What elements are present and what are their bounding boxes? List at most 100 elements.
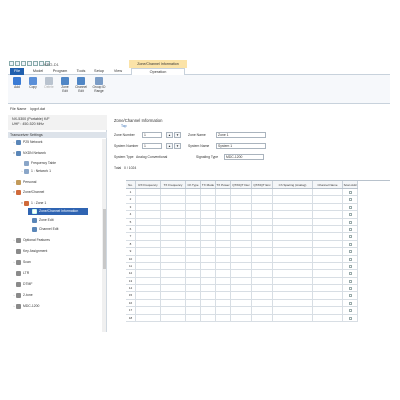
tree-item[interactable]: Key Assignment xyxy=(12,248,47,255)
tree-scrollbar[interactable] xyxy=(102,139,106,332)
tab-model[interactable]: Model xyxy=(30,68,46,75)
tree-item[interactable]: › 2-tone xyxy=(12,292,33,299)
table-cell[interactable] xyxy=(201,189,216,196)
table-row[interactable]: 6 xyxy=(126,225,358,234)
table-cell[interactable] xyxy=(136,211,161,218)
table-cell[interactable] xyxy=(161,248,186,255)
tree-item[interactable]: ▾ Zone/Channel xyxy=(12,189,44,196)
table-cell[interactable] xyxy=(186,225,201,233)
table-row[interactable]: 16 xyxy=(126,299,358,308)
table-cell[interactable] xyxy=(136,299,161,307)
table-cell[interactable] xyxy=(161,255,186,262)
table-cell[interactable] xyxy=(231,262,252,270)
table-cell[interactable] xyxy=(161,225,186,233)
table-cell[interactable] xyxy=(231,248,252,255)
table-cell[interactable] xyxy=(273,314,313,322)
table-cell[interactable] xyxy=(313,314,343,322)
table-cell[interactable] xyxy=(252,248,273,255)
tree-item[interactable]: Zone/Channel Information xyxy=(28,208,88,215)
table-cell[interactable] xyxy=(313,307,343,314)
table-cell[interactable] xyxy=(231,225,252,233)
table-cell[interactable] xyxy=(201,248,216,255)
column-header[interactable]: Ch Spacing (Analog) xyxy=(273,181,313,188)
table-cell[interactable] xyxy=(273,248,313,255)
ribbon-button-0[interactable]: Add xyxy=(10,77,24,90)
ribbon-button-4[interactable]: Channel Edit xyxy=(74,77,88,93)
table-cell[interactable] xyxy=(136,196,161,203)
table-cell[interactable] xyxy=(201,299,216,307)
table-cell[interactable] xyxy=(252,270,273,277)
table-cell[interactable] xyxy=(136,233,161,240)
scan-add-checkbox[interactable] xyxy=(348,235,352,239)
column-header[interactable]: QT/DQT Enc xyxy=(252,181,273,188)
table-cell[interactable] xyxy=(161,233,186,240)
table-cell[interactable] xyxy=(252,225,273,233)
table-cell[interactable] xyxy=(161,196,186,203)
tree-item[interactable]: › Personal xyxy=(12,179,36,186)
scan-add-checkbox[interactable] xyxy=(348,198,352,202)
scan-add-checkbox[interactable] xyxy=(348,220,352,224)
table-cell[interactable] xyxy=(201,292,216,299)
table-cell[interactable] xyxy=(201,218,216,225)
tab-program[interactable]: Program xyxy=(50,68,70,75)
tree-item[interactable]: ▾ NXDN Network xyxy=(12,150,46,157)
table-cell[interactable] xyxy=(216,225,231,233)
column-header[interactable]: Ch Type xyxy=(186,181,201,188)
tree-item[interactable]: › Optional Features xyxy=(12,237,50,244)
column-header[interactable]: TX Frequency xyxy=(161,181,186,188)
table-cell[interactable] xyxy=(216,270,231,277)
table-cell[interactable] xyxy=(201,277,216,285)
table-cell[interactable] xyxy=(216,196,231,203)
ribbon-button-2[interactable]: Delete xyxy=(42,77,56,90)
scan-add-checkbox[interactable] xyxy=(348,309,352,313)
scrollbar-thumb[interactable] xyxy=(102,209,106,269)
table-cell[interactable] xyxy=(313,292,343,299)
table-cell[interactable] xyxy=(201,233,216,240)
table-cell[interactable] xyxy=(186,218,201,225)
table-cell[interactable] xyxy=(201,262,216,270)
table-cell[interactable] xyxy=(273,196,313,203)
table-cell[interactable] xyxy=(186,270,201,277)
tree-item[interactable]: Channel Edit xyxy=(28,226,58,233)
table-cell[interactable] xyxy=(201,240,216,248)
table-cell[interactable] xyxy=(252,211,273,218)
scan-add-checkbox[interactable] xyxy=(348,316,352,320)
table-cell[interactable] xyxy=(252,307,273,314)
scan-add-checkbox[interactable] xyxy=(348,272,352,276)
table-cell[interactable] xyxy=(186,240,201,248)
table-cell[interactable] xyxy=(136,307,161,314)
table-cell[interactable] xyxy=(161,314,186,322)
table-cell[interactable] xyxy=(216,203,231,211)
table-cell[interactable] xyxy=(161,240,186,248)
table-cell[interactable] xyxy=(136,292,161,299)
table-cell[interactable] xyxy=(252,277,273,285)
table-cell[interactable] xyxy=(273,240,313,248)
table-cell[interactable] xyxy=(252,262,273,270)
table-cell[interactable] xyxy=(186,292,201,299)
table-cell[interactable] xyxy=(252,314,273,322)
table-cell[interactable] xyxy=(161,211,186,218)
zone-down-button[interactable]: ▼ xyxy=(174,132,181,138)
table-cell[interactable] xyxy=(216,218,231,225)
table-cell[interactable] xyxy=(252,233,273,240)
table-cell[interactable] xyxy=(186,277,201,285)
table-cell[interactable] xyxy=(186,203,201,211)
table-cell[interactable] xyxy=(186,299,201,307)
table-cell[interactable] xyxy=(161,203,186,211)
table-cell[interactable] xyxy=(252,240,273,248)
table-cell[interactable] xyxy=(231,292,252,299)
system-down-button[interactable]: ▼ xyxy=(174,143,181,149)
ribbon-button-3[interactable]: Zone Edit xyxy=(58,77,72,93)
tree-item[interactable]: DTMF xyxy=(12,281,32,288)
table-cell[interactable] xyxy=(136,270,161,277)
table-cell[interactable] xyxy=(161,189,186,196)
column-header[interactable]: TX Power xyxy=(216,181,231,188)
system-number-field[interactable]: 1 xyxy=(142,143,162,149)
scan-add-checkbox[interactable] xyxy=(348,191,352,194)
tab-view[interactable]: View xyxy=(112,68,124,75)
table-cell[interactable] xyxy=(231,211,252,218)
table-cell[interactable] xyxy=(273,211,313,218)
tree-item[interactable]: › P25 Network xyxy=(12,139,42,146)
table-cell[interactable] xyxy=(231,203,252,211)
column-header[interactable]: RX Frequency xyxy=(136,181,161,188)
